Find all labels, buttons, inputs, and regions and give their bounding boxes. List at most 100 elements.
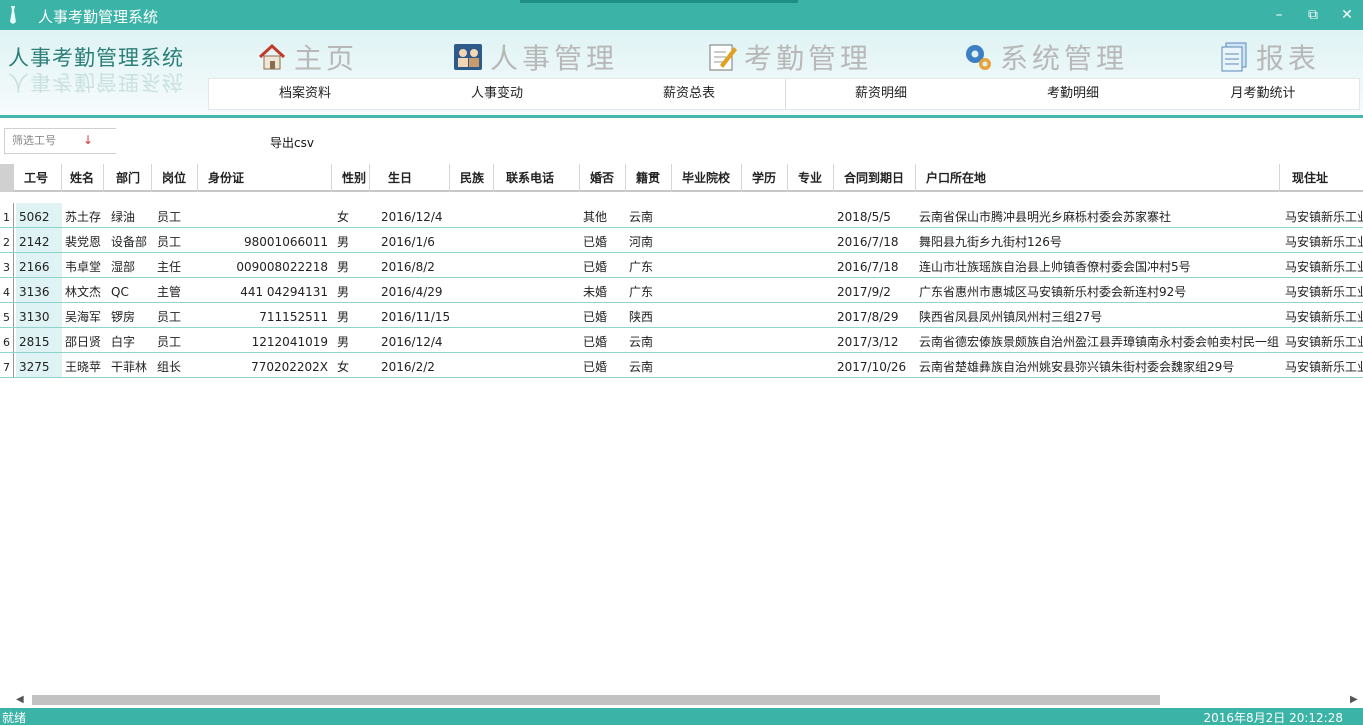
filter-id-input[interactable]: 筛选工号 ↓ <box>4 128 116 154</box>
cell-native[interactable]: 陕西 <box>626 303 672 327</box>
cell-phone[interactable] <box>498 278 580 302</box>
cell-edu[interactable] <box>744 278 788 302</box>
cell-hukou[interactable]: 云南省楚雄彝族自治州姚安县弥兴镇朱街村委会魏家组29号 <box>916 353 1282 377</box>
cell-school[interactable] <box>674 228 742 252</box>
table-row[interactable]: 4 3136 林文杰 QC 主管 441 04294131 男 2016/4/29 未婚 广东 20… <box>0 278 1363 303</box>
cell-address[interactable]: 马安镇新乐工业 <box>1282 353 1363 377</box>
cell-school[interactable] <box>674 328 742 352</box>
cell-contract[interactable]: 2016/7/18 <box>834 228 916 252</box>
cell-post[interactable]: 主管 <box>154 278 200 302</box>
row-number[interactable]: 7 <box>0 353 14 377</box>
cell-major[interactable] <box>790 253 834 277</box>
cell-dept[interactable]: QC <box>108 278 154 302</box>
cell-nation[interactable] <box>452 253 496 277</box>
col-header-id[interactable]: 工号 <box>16 164 62 192</box>
cell-major[interactable] <box>790 328 834 352</box>
minimize-icon[interactable]: – <box>1268 4 1290 26</box>
cell-dept[interactable]: 设备部 <box>108 228 154 252</box>
cell-nation[interactable] <box>452 203 496 227</box>
cell-dept[interactable]: 锣房 <box>108 303 154 327</box>
cell-edu[interactable] <box>744 203 788 227</box>
cell-married[interactable]: 已婚 <box>580 228 626 252</box>
cell-address[interactable]: 马安镇新乐工业 <box>1282 278 1363 302</box>
export-csv-button[interactable]: 导出csv <box>262 132 322 153</box>
subnav-monthly-attendance[interactable]: 月考勤统计 <box>1197 79 1329 109</box>
cell-contract[interactable]: 2016/7/18 <box>834 253 916 277</box>
cell-nation[interactable] <box>452 353 496 377</box>
cell-post[interactable]: 员工 <box>154 203 200 227</box>
row-number[interactable]: 1 <box>0 203 14 227</box>
cell-major[interactable] <box>790 278 834 302</box>
cell-dept[interactable]: 干菲林 <box>108 353 154 377</box>
cell-major[interactable] <box>790 353 834 377</box>
cell-phone[interactable] <box>498 253 580 277</box>
cell-school[interactable] <box>674 303 742 327</box>
horizontal-scrollbar[interactable]: ◀ ▶ <box>0 692 1363 708</box>
cell-id[interactable]: 2142 <box>16 228 62 252</box>
cell-native[interactable]: 云南 <box>626 328 672 352</box>
row-number[interactable]: 4 <box>0 278 14 302</box>
nav-system[interactable]: 系统管理 <box>962 34 1128 80</box>
cell-post[interactable]: 员工 <box>154 303 200 327</box>
col-header-address[interactable]: 现住址 <box>1284 164 1363 192</box>
cell-contract[interactable]: 2018/5/5 <box>834 203 916 227</box>
cell-contract[interactable]: 2017/3/12 <box>834 328 916 352</box>
cell-school[interactable] <box>674 278 742 302</box>
cell-native[interactable]: 河南 <box>626 228 672 252</box>
cell-gender[interactable]: 男 <box>334 228 374 252</box>
col-header-school[interactable]: 毕业院校 <box>674 164 742 192</box>
cell-hukou[interactable]: 连山市壮族瑶族自治县上帅镇香僚村委会国冲村5号 <box>916 253 1282 277</box>
cell-contract[interactable]: 2017/9/2 <box>834 278 916 302</box>
cell-birthday[interactable]: 2016/12/4 <box>378 203 450 227</box>
cell-edu[interactable] <box>744 228 788 252</box>
nav-home[interactable]: 主页 <box>256 34 358 80</box>
cell-phone[interactable] <box>498 303 580 327</box>
cell-contract[interactable]: 2017/8/29 <box>834 303 916 327</box>
cell-school[interactable] <box>674 353 742 377</box>
cell-native[interactable]: 广东 <box>626 253 672 277</box>
cell-birthday[interactable]: 2016/12/4 <box>378 328 450 352</box>
cell-name[interactable]: 邵日贤 <box>62 328 108 352</box>
scrollbar-thumb[interactable] <box>32 695 1160 705</box>
col-header-native[interactable]: 籍贯 <box>628 164 672 192</box>
cell-post[interactable]: 员工 <box>154 228 200 252</box>
cell-idcard[interactable] <box>200 203 332 227</box>
cell-idcard[interactable]: 98001066011 <box>200 228 332 252</box>
col-header-phone[interactable]: 联系电话 <box>498 164 580 192</box>
cell-dept[interactable]: 湿部 <box>108 253 154 277</box>
cell-address[interactable]: 马安镇新乐工业 <box>1282 328 1363 352</box>
cell-married[interactable]: 已婚 <box>580 303 626 327</box>
cell-birthday[interactable]: 2016/8/2 <box>378 253 450 277</box>
row-number[interactable]: 5 <box>0 303 14 327</box>
cell-hukou[interactable]: 广东省惠州市惠城区马安镇新乐村委会新连村92号 <box>916 278 1282 302</box>
cell-native[interactable]: 云南 <box>626 353 672 377</box>
cell-id[interactable]: 3130 <box>16 303 62 327</box>
cell-post[interactable]: 员工 <box>154 328 200 352</box>
subnav-archive[interactable]: 档案资料 <box>239 79 371 109</box>
nav-attendance[interactable]: 考勤管理 <box>706 34 872 80</box>
cell-gender[interactable]: 男 <box>334 328 374 352</box>
cell-phone[interactable] <box>498 328 580 352</box>
cell-school[interactable] <box>674 203 742 227</box>
cell-id[interactable]: 3136 <box>16 278 62 302</box>
col-header-birthday[interactable]: 生日 <box>380 164 450 192</box>
cell-name[interactable]: 王晓苹 <box>62 353 108 377</box>
cell-contract[interactable]: 2017/10/26 <box>834 353 916 377</box>
cell-nation[interactable] <box>452 278 496 302</box>
cell-edu[interactable] <box>744 328 788 352</box>
cell-married[interactable]: 未婚 <box>580 278 626 302</box>
cell-school[interactable] <box>674 253 742 277</box>
cell-birthday[interactable]: 2016/4/29 <box>378 278 450 302</box>
cell-birthday[interactable]: 2016/1/6 <box>378 228 450 252</box>
cell-married[interactable]: 已婚 <box>580 353 626 377</box>
cell-gender[interactable]: 女 <box>334 353 374 377</box>
cell-gender[interactable]: 女 <box>334 203 374 227</box>
cell-gender[interactable]: 男 <box>334 253 374 277</box>
col-header-contract[interactable]: 合同到期日 <box>836 164 916 192</box>
cell-nation[interactable] <box>452 228 496 252</box>
subnav-salary-summary[interactable]: 薪资总表 <box>623 79 755 109</box>
cell-major[interactable] <box>790 203 834 227</box>
cell-native[interactable]: 广东 <box>626 278 672 302</box>
cell-idcard[interactable]: 1212041019 <box>200 328 332 352</box>
cell-post[interactable]: 主任 <box>154 253 200 277</box>
